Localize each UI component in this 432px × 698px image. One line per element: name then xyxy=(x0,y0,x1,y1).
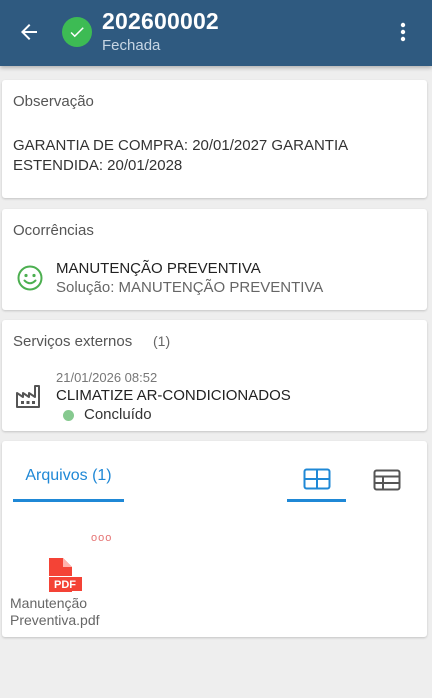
arrow-left-icon xyxy=(21,24,37,40)
service-provider-name[interactable]: CLIMATIZE AR-CONDICIONADOS xyxy=(56,387,291,404)
occurrences-label: Ocorrências xyxy=(13,222,94,239)
tab-files[interactable]: Arquivos (1) xyxy=(13,458,124,502)
observation-label: Observação xyxy=(13,93,94,110)
observation-text: GARANTIA DE COMPRA: 20/01/2027 GARANTIA … xyxy=(13,137,348,174)
file-name: Manutenção Preventiva.pdf xyxy=(10,595,100,628)
table-view-icon xyxy=(373,469,401,491)
grid-view-icon xyxy=(303,468,330,489)
external-services-count: (1) xyxy=(153,333,171,349)
occurrence-title[interactable]: MANUTENÇÃO PREVENTIVA xyxy=(56,260,261,277)
app-bar: 202600002 Fechada xyxy=(0,0,432,66)
external-services-label: Serviços externos xyxy=(13,333,133,350)
file-item[interactable]: ooo PDF Manutenção Preventiva.pdf xyxy=(6,524,116,634)
file-options-button[interactable]: ooo xyxy=(91,532,112,544)
pdf-file-icon: PDF xyxy=(49,558,82,592)
table-view-button[interactable] xyxy=(360,458,414,502)
more-options-button[interactable] xyxy=(386,15,420,49)
pdf-type-label: PDF xyxy=(54,579,76,591)
smiley-icon xyxy=(17,265,43,291)
order-number: 202600002 xyxy=(102,8,219,34)
external-services-card: Serviços externos (1) 21/01/2026 08:52 C… xyxy=(2,320,427,431)
service-status: Concluído xyxy=(84,406,152,423)
service-date: 21/01/2026 08:52 xyxy=(56,370,158,385)
occurrence-solution: Solução: MANUTENÇÃO PREVENTIVA xyxy=(56,279,324,296)
grid-view-button[interactable] xyxy=(287,458,346,502)
status-dot xyxy=(63,410,74,421)
order-status: Fechada xyxy=(102,37,161,54)
files-card: Arquivos (1) ooo PDF Manutenção Preventi… xyxy=(2,441,427,637)
factory-icon xyxy=(16,385,40,408)
back-button[interactable] xyxy=(12,15,46,49)
observation-card: Observação GARANTIA DE COMPRA: 20/01/202… xyxy=(2,80,427,198)
occurrences-card: Ocorrências MANUTENÇÃO PREVENTIVA Soluçã… xyxy=(2,209,427,310)
check-circle-icon xyxy=(62,17,92,47)
more-vertical-icon xyxy=(400,22,406,42)
